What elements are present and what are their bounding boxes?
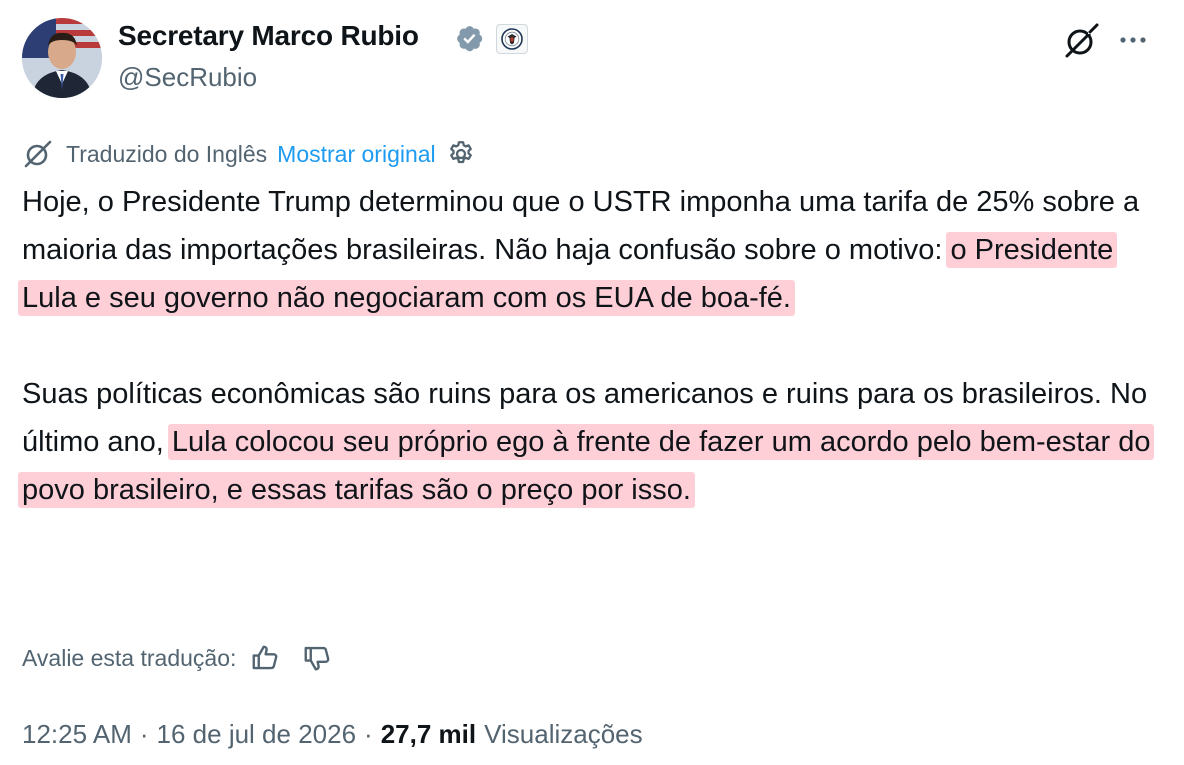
rate-translation-bar: Avalie esta tradução: bbox=[22, 640, 332, 676]
show-original-link[interactable]: Mostrar original bbox=[277, 141, 436, 168]
author-handle[interactable]: @SecRubio bbox=[118, 62, 257, 93]
meta-separator: · bbox=[139, 718, 149, 749]
thumbs-down-icon[interactable] bbox=[302, 643, 332, 673]
views-label[interactable]: Visualizações bbox=[484, 719, 643, 750]
post-date[interactable]: 16 de jul de 2026 bbox=[157, 719, 357, 750]
translation-bar: Traduzido do Inglês Mostrar original bbox=[22, 136, 476, 172]
highlighted-passage-2: Lula colocou seu próprio ego à frente de… bbox=[18, 424, 1155, 508]
translated-from-label: Traduzido do Inglês bbox=[66, 140, 268, 167]
state-department-seal-icon[interactable] bbox=[496, 24, 528, 54]
grok-translate-icon bbox=[24, 140, 52, 168]
post-paragraph-1: Hoje, o Presidente Trump determinou que … bbox=[18, 178, 1172, 322]
thumbs-up-icon[interactable] bbox=[250, 643, 280, 673]
more-options-icon[interactable] bbox=[1118, 27, 1148, 53]
rate-translation-label: Avalie esta tradução: bbox=[22, 644, 237, 671]
post-time[interactable]: 12:25 AM bbox=[22, 719, 132, 750]
gear-icon[interactable] bbox=[446, 139, 476, 169]
post-meta: 12:25 AM · 16 de jul de 2026 · 27,7 mil … bbox=[22, 716, 643, 752]
grok-icon[interactable] bbox=[1062, 22, 1100, 60]
author-name[interactable]: Secretary Marco Rubio bbox=[118, 20, 419, 52]
avatar-portrait-image bbox=[22, 18, 102, 98]
views-count[interactable]: 27,7 mil bbox=[381, 719, 476, 750]
meta-separator: · bbox=[364, 718, 373, 749]
avatar[interactable] bbox=[22, 18, 102, 98]
post-paragraph-2: Suas políticas econômicas são ruins para… bbox=[18, 370, 1172, 514]
post-text: Hoje, o Presidente Trump determinou que … bbox=[18, 178, 1172, 514]
verified-badge-icon[interactable] bbox=[455, 24, 487, 56]
